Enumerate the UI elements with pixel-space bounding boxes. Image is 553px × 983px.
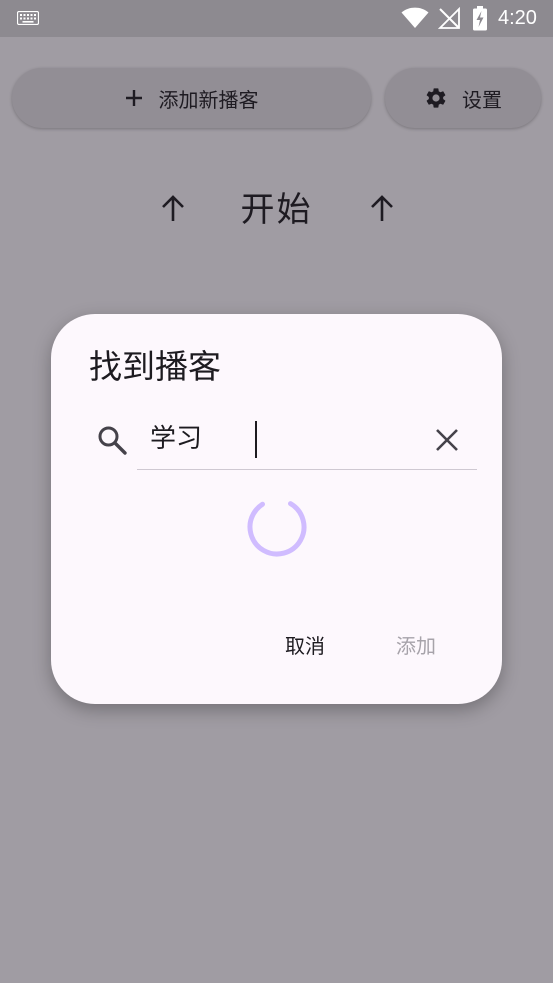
add-podcast-button[interactable]: 添加新播客: [12, 68, 371, 128]
add-button[interactable]: 添加: [384, 626, 448, 666]
add-podcast-label: 添加新播客: [158, 87, 259, 112]
keyboard-icon: [17, 11, 39, 25]
search-input-value: 学习: [150, 424, 203, 454]
search-icon: [98, 426, 127, 455]
no-signal-icon: [438, 7, 460, 29]
start-label: 开始: [240, 190, 313, 230]
start-row: 开始: [0, 180, 553, 244]
find-podcast-dialog: 找到播客 学习 取消 添加: [51, 314, 502, 704]
status-bar: 4:20: [0, 0, 553, 37]
plus-icon: [125, 90, 142, 106]
close-icon[interactable]: [434, 427, 460, 453]
text-caret: [255, 421, 257, 458]
loading-spinner: [247, 497, 307, 557]
settings-button[interactable]: 设置: [385, 68, 541, 128]
settings-label: 设置: [462, 87, 502, 112]
arrow-up-icon: [371, 195, 393, 221]
dialog-title: 找到播客: [89, 347, 221, 386]
wifi-icon: [401, 7, 429, 28]
cancel-button[interactable]: 取消: [273, 626, 337, 666]
gear-icon: [426, 88, 446, 108]
battery-charging-icon: [473, 6, 487, 31]
status-time: 4:20: [498, 7, 537, 29]
